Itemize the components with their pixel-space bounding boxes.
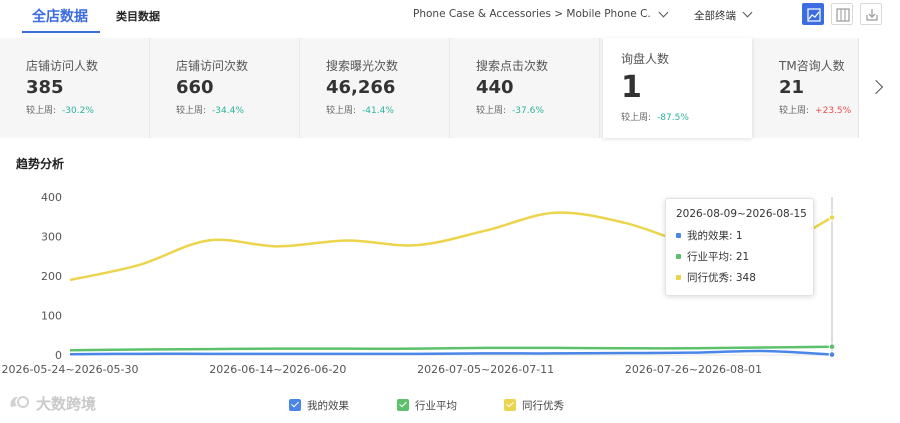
kpi-change: +23.5%: [815, 106, 852, 116]
table-icon: [836, 8, 850, 22]
line-chart-icon: [807, 8, 821, 22]
kpi-value: 21: [779, 77, 805, 98]
kpi-compare-label: 较上周:: [176, 106, 207, 116]
series-line-average: [69, 345, 833, 352]
watermark: 大数跨境: [8, 393, 96, 417]
download-icon: [866, 9, 878, 21]
kpi-compare-label: 较上周:: [326, 106, 357, 116]
kpi-card-store-visits[interactable]: 店铺访问次数 660 较上周: -34.4%: [150, 38, 300, 138]
watermark-text: 大数跨境: [36, 395, 97, 413]
tooltip-row-text: 我的效果: 1: [687, 230, 743, 242]
terminal-select[interactable]: 全部终端: [694, 8, 736, 23]
kpi-compare-label: 较上周:: [779, 106, 810, 116]
series-dot: [676, 233, 681, 238]
kpi-compare-label: 较上周:: [476, 106, 507, 116]
top-bar: 全店数据 类目数据 Phone Case & Accessories > Mob…: [0, 0, 900, 38]
legend-item-mine[interactable]: 我的效果: [289, 398, 349, 414]
tooltip-row-text: 同行优秀: 348: [687, 272, 756, 284]
data-point: [828, 214, 836, 221]
chevron-down-icon[interactable]: [659, 9, 669, 19]
kpi-compare: 较上周: -87.5%: [621, 110, 689, 123]
kpi-card-inquiries[interactable]: 询盘人数 1 较上周: -87.5%: [603, 38, 752, 138]
kpi-card-search-impressions[interactable]: 搜索曝光次数 46,266 较上周: -41.4%: [300, 38, 450, 138]
kpi-compare-label: 较上周:: [621, 113, 652, 123]
series-dot: [676, 275, 681, 280]
kpi-change: -30.2%: [62, 106, 94, 116]
kpi-value: 385: [26, 77, 64, 98]
kpi-change: -37.6%: [512, 106, 544, 116]
legend-label: 我的效果: [307, 400, 349, 412]
legend-label: 同行优秀: [522, 400, 564, 412]
legend-item-average[interactable]: 行业平均: [397, 398, 457, 414]
kpi-change: -87.5%: [657, 113, 689, 123]
section-title: 趋势分析: [16, 157, 65, 171]
line-chart-view-button[interactable]: [802, 3, 824, 25]
kpi-compare: 较上周: -30.2%: [26, 103, 94, 116]
y-tick-label: 400: [41, 191, 62, 204]
checkbox-icon: [397, 399, 409, 411]
category-select[interactable]: Phone Case & Accessories > Mobile Phone …: [413, 8, 651, 20]
download-button[interactable]: [860, 3, 882, 25]
kpi-value: 46,266: [326, 77, 396, 98]
series-line-mine: [69, 349, 833, 356]
y-tick-label: 0: [55, 349, 62, 362]
kpi-value: 1: [621, 70, 642, 105]
kpi-value: 660: [176, 77, 214, 98]
kpi-label: 询盘人数: [621, 52, 670, 66]
legend-label: 行业平均: [415, 400, 457, 412]
kpi-compare-label: 较上周:: [26, 106, 57, 116]
x-tick-label: 2026-07-05~2026-07-11: [417, 363, 554, 376]
kpi-card-search-clicks[interactable]: 搜索点击次数 440 较上周: -37.6%: [450, 38, 600, 138]
tooltip-row-top: 同行优秀: 348: [676, 270, 803, 291]
kpi-label: 店铺访问人数: [26, 59, 99, 73]
brand-logo-icon: [10, 396, 29, 408]
tooltip-title: 2026-08-09~2026-08-15: [676, 208, 807, 220]
x-tick-label: 2026-05-24~2026-05-30: [1, 363, 138, 376]
kpi-card-tm-consultations[interactable]: TM咨询人数 21 较上周: +23.5%: [753, 38, 858, 138]
y-tick-label: 200: [41, 270, 62, 283]
kpi-next-button[interactable]: [858, 38, 900, 138]
tooltip-row-text: 行业平均: 21: [687, 251, 750, 263]
legend-item-top[interactable]: 同行优秀: [504, 398, 564, 414]
kpi-label: TM咨询人数: [779, 59, 845, 73]
tooltip-row-mine: 我的效果: 1: [676, 228, 803, 249]
y-tick-label: 100: [41, 310, 62, 323]
kpi-row: 店铺访问人数 385 较上周: -30.2% 店铺访问次数 660 较上周: -34…: [0, 38, 900, 138]
series-dot: [676, 254, 681, 259]
kpi-value: 440: [476, 77, 514, 98]
kpi-compare: 较上周: +23.5%: [779, 103, 851, 116]
kpi-change: -41.4%: [362, 106, 394, 116]
active-tab-indicator: [22, 31, 100, 33]
kpi-card-store-visitors[interactable]: 店铺访问人数 385 较上周: -30.2%: [0, 38, 150, 138]
checkbox-icon: [504, 399, 516, 411]
kpi-label: 店铺访问次数: [176, 59, 249, 73]
kpi-label: 搜索曝光次数: [326, 59, 399, 73]
data-point: [828, 343, 836, 351]
kpi-compare: 较上周: -41.4%: [326, 103, 394, 116]
tooltip-row-average: 行业平均: 21: [676, 249, 803, 270]
kpi-compare: 较上周: -37.6%: [476, 103, 544, 116]
checkbox-icon: [289, 399, 301, 411]
kpi-change: -34.4%: [212, 106, 244, 116]
kpi-label: 搜索点击次数: [476, 59, 549, 73]
kpi-compare: 较上周: -34.4%: [176, 103, 244, 116]
chevron-right-icon: [868, 79, 884, 95]
tab-category-data[interactable]: 类目数据: [116, 6, 160, 28]
tab-store-data[interactable]: 全店数据: [22, 6, 98, 28]
chart-tooltip: 2026-08-09~2026-08-15 我的效果: 1 行业平均: 21 同…: [665, 198, 814, 296]
chevron-down-icon[interactable]: [743, 9, 753, 19]
y-tick-label: 300: [41, 231, 62, 244]
x-tick-label: 2026-07-26~2026-08-01: [625, 363, 762, 376]
table-view-button[interactable]: [831, 3, 853, 25]
data-point: [828, 351, 836, 358]
x-tick-label: 2026-06-14~2026-06-20: [209, 363, 346, 376]
